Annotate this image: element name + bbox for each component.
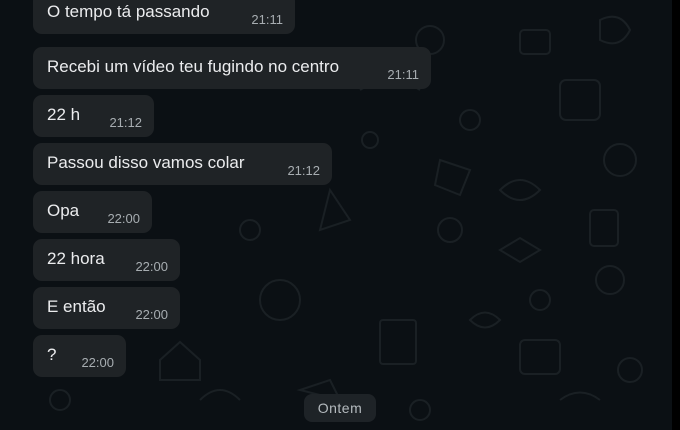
message-text: 22 hora [47, 249, 105, 268]
screen-edge [672, 0, 680, 430]
message-text: Passou disso vamos colar [47, 153, 245, 172]
message-bubble[interactable]: 22 hora 22:00 [33, 239, 180, 281]
message-text: ? [47, 345, 57, 364]
date-separator: Ontem [304, 394, 376, 422]
message-bubble[interactable]: ? 22:00 [33, 335, 126, 377]
message-time: 21:11 [251, 12, 283, 27]
message-time: 22:00 [135, 307, 168, 322]
message-bubble[interactable]: E então 22:00 [33, 287, 180, 329]
message-text: E então [47, 297, 106, 316]
message-time: 21:11 [387, 67, 419, 82]
message-text: 22 h [47, 105, 81, 124]
message-text: Recebi um vídeo teu fugindo no centro [47, 57, 340, 76]
message-text: O tempo tá passando [47, 2, 210, 21]
message-bubble[interactable]: 22 h 21:12 [33, 95, 154, 137]
message-time: 22:00 [81, 355, 114, 370]
chat-area[interactable]: O tempo tá passando 21:11 Recebi um víde… [0, 0, 672, 430]
message-time: 22:00 [135, 259, 168, 274]
message-text: Opa [47, 201, 80, 220]
message-time: 22:00 [107, 211, 140, 226]
message-bubble[interactable]: O tempo tá passando 21:11 [33, 0, 295, 34]
message-time: 21:12 [109, 115, 142, 130]
message-bubble[interactable]: Passou disso vamos colar 21:12 [33, 143, 332, 185]
message-bubble[interactable]: Recebi um vídeo teu fugindo no centro 21… [33, 47, 431, 89]
message-bubble[interactable]: Opa 22:00 [33, 191, 152, 233]
message-time: 21:12 [287, 163, 320, 178]
